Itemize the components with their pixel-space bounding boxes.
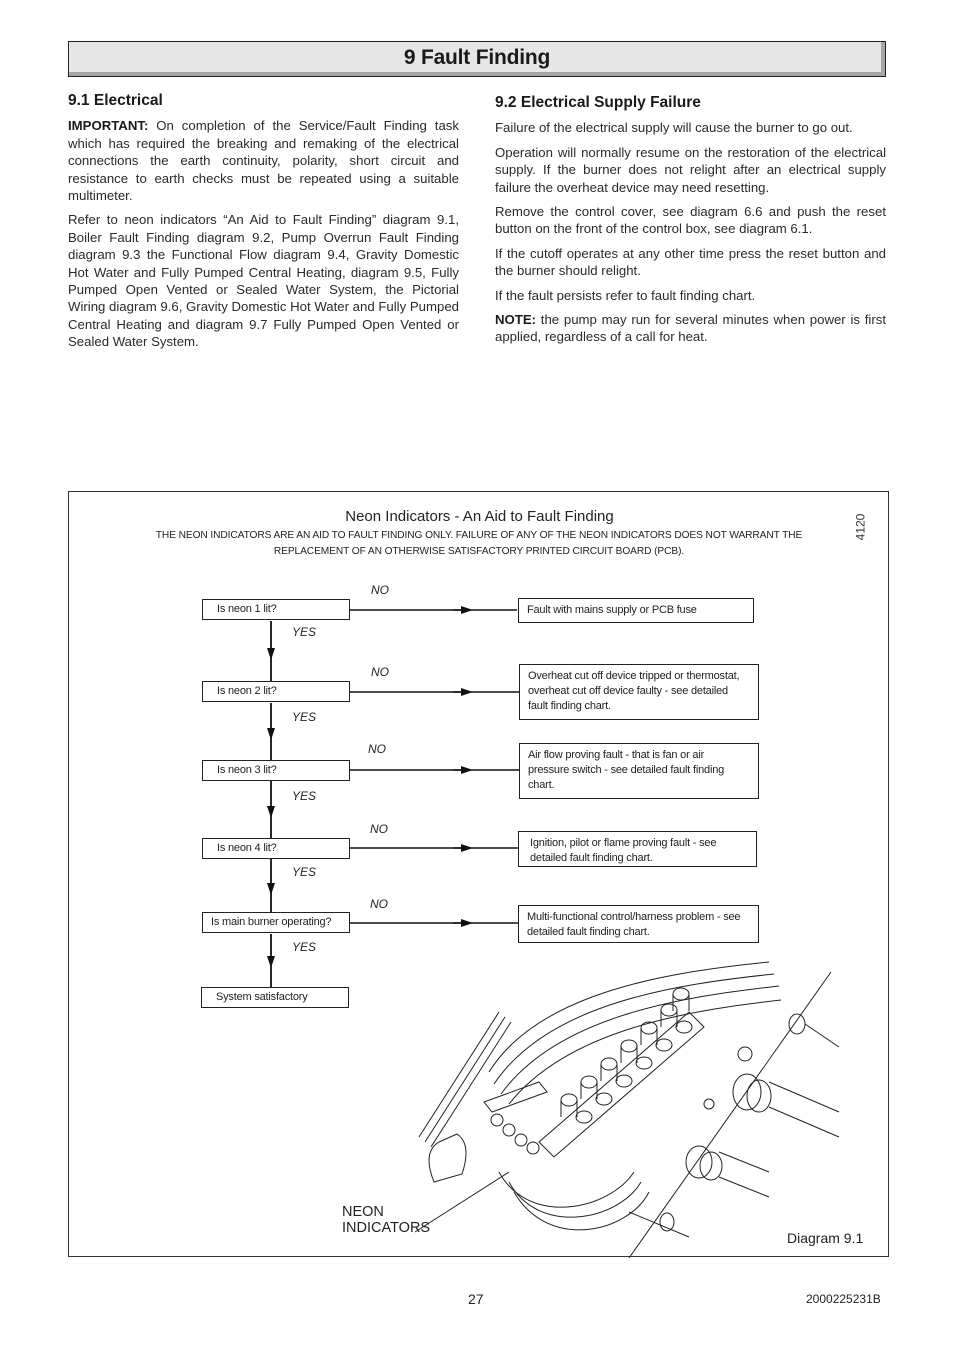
final-box-system-satisfactory: System satisfactory [201,987,349,1008]
section-supply-failure: 9.2 Electrical Supply Failure Failure of… [495,94,886,353]
diagram-neon-indicators: Neon Indicators - An Aid to Fault Findin… [68,491,889,1258]
no-label-4: NO [370,822,388,836]
important-label: IMPORTANT: [68,118,149,134]
note-text: the pump may run for several minutes whe… [495,312,886,345]
supply-paragraph: If the fault persists refer to fault fin… [495,287,756,303]
no-label-5: NO [370,897,388,911]
yes-label-4: YES [292,865,317,879]
refer-paragraph: Refer to neon indicators “An Aid to Faul… [68,212,459,350]
terminal-block [538,987,705,1158]
yes-label-5: YES [292,940,317,954]
cable-glands [628,1013,840,1238]
flowchart-connectors [267,606,840,1258]
important-paragraph: IMPORTANT: On completion of the Service/… [68,117,459,204]
document-code: 2000225231B [806,1292,881,1306]
yes-label-3: YES [292,789,317,803]
no-label-2: NO [371,665,389,679]
section-title-bar: 9 Fault Finding [68,41,886,77]
question-box-neon-4: Is neon 4 lit? [202,838,350,859]
yes-label-2: YES [292,710,317,724]
note-paragraph: NOTE: the pump may run for several minut… [495,311,886,346]
question-box-neon-1: Is neon 1 lit? [202,599,350,620]
diagram-number: Diagram 9.1 [787,1230,864,1246]
supply-paragraph: Operation will normally resume on the re… [495,144,886,195]
page-number: 27 [468,1291,484,1307]
no-label-3: NO [368,742,386,756]
supply-paragraph: Remove the control cover, see diagram 6.… [495,204,886,237]
neon-indicators-label: NEON INDICATORS [342,1204,431,1236]
fault-box-5: Multi-functional control/harness problem… [518,905,759,943]
fault-box-4: Ignition, pilot or flame proving fault -… [518,831,757,867]
no-connectors [350,606,519,927]
wiring-illustration [414,961,840,1258]
neon-lamps [483,1081,548,1155]
section-electrical: 9.1 Electrical IMPORTANT: On completion … [68,92,459,358]
fault-box-3: Air flow proving fault - that is fan or … [519,743,759,799]
section-heading-electrical: 9.1 Electrical [68,92,163,109]
note-label: NOTE: [495,312,537,328]
question-box-neon-3: Is neon 3 lit? [202,760,350,781]
section-heading-supply: 9.2 Electrical Supply Failure [495,94,701,111]
fault-box-1: Fault with mains supply or PCB fuse [518,598,754,623]
page-title: 9 Fault Finding [403,46,551,69]
yes-label-1: YES [292,625,317,639]
supply-paragraph: If the cutoff operates at any other time… [495,245,886,279]
supply-paragraph: Failure of the electrical supply will ca… [495,120,853,136]
no-label-1: NO [371,583,389,597]
fault-box-2: Overheat cut off device tripped or therm… [519,664,759,720]
question-box-neon-2: Is neon 2 lit? [202,681,350,702]
question-box-main-burner: Is main burner operating? [202,912,350,933]
